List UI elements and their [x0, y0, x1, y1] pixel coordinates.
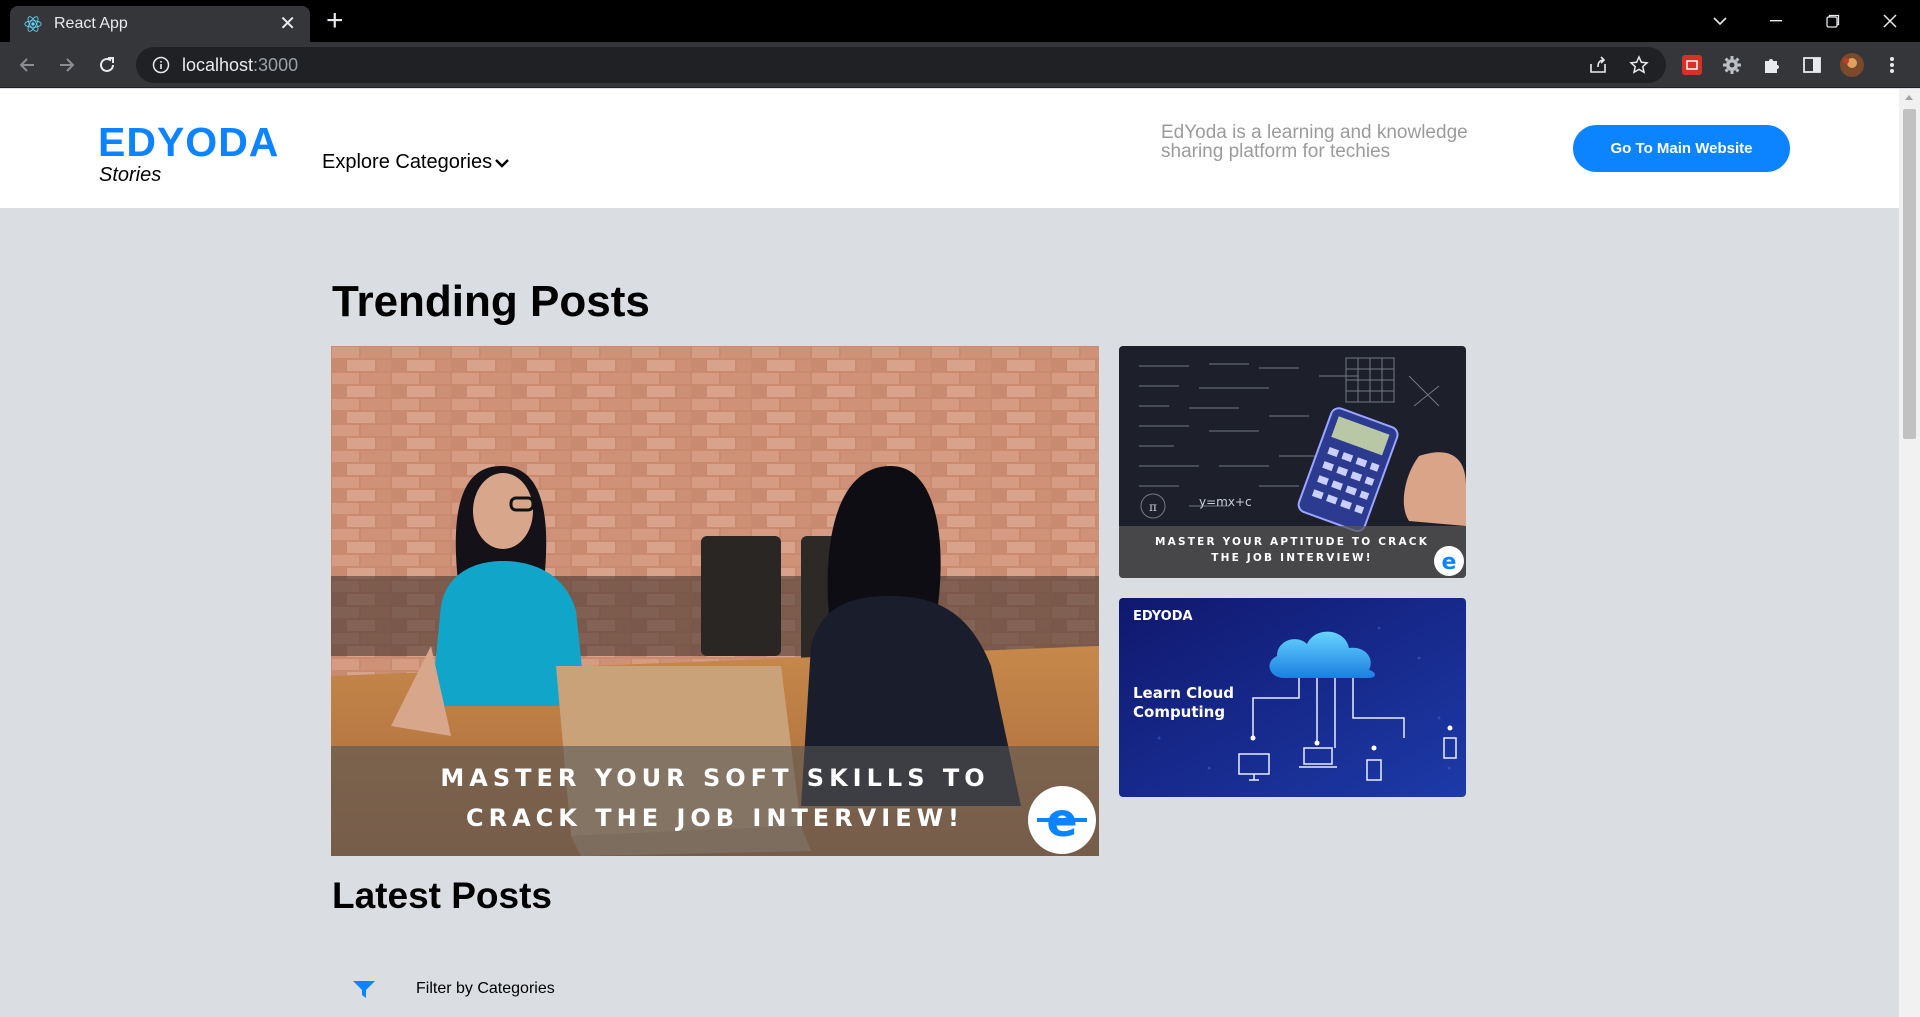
go-to-main-website-button[interactable]: Go To Main Website — [1573, 125, 1790, 172]
scrollbar-thumb[interactable] — [1903, 109, 1916, 439]
gear-extension-icon[interactable] — [1720, 53, 1744, 77]
url-host: localhost — [182, 54, 254, 75]
chevron-down-icon — [495, 158, 509, 168]
browser-toolbar: localhost:3000 — [0, 42, 1920, 88]
latest-posts-heading: Latest Posts — [332, 875, 553, 916]
svg-text:y=mx+c: y=mx+c — [1199, 495, 1252, 509]
trending-posts-heading: Trending Posts — [332, 277, 650, 326]
edyoda-e-logo-icon: e — [1434, 546, 1464, 576]
logo-subtitle: Stories — [99, 164, 162, 186]
trending-post-soft-skills[interactable]: MASTER YOUR SOFT SKILLS TO CRACK THE JOB… — [331, 346, 1099, 856]
side2-brand: EDYODA — [1133, 609, 1193, 624]
explore-categories-dropdown[interactable]: Explore Categories — [322, 151, 510, 174]
reload-icon[interactable] — [93, 51, 121, 79]
side1-banner-line1: MASTER YOUR APTITUDE TO CRACK — [1155, 536, 1429, 548]
close-window-icon[interactable] — [1862, 0, 1918, 42]
browser-tab[interactable]: React App ✕ — [10, 6, 310, 42]
tagline: EdYoda is a learning and knowledge shari… — [1161, 122, 1468, 162]
vertical-scrollbar[interactable] — [1899, 89, 1920, 1017]
side-panel-icon[interactable] — [1800, 53, 1824, 77]
tab-strip: React App ✕ + — [0, 0, 1920, 42]
cloud-computing-image: EDYODA Learn Cloud Computing — [1119, 598, 1466, 797]
filter-funnel-icon[interactable] — [353, 981, 375, 999]
bookmark-star-icon[interactable] — [1629, 47, 1649, 83]
tab-search-icon[interactable] — [1692, 0, 1748, 42]
avatar[interactable] — [1840, 53, 1864, 77]
menu-kebab-icon[interactable] — [1880, 53, 1904, 77]
trending-post-aptitude[interactable]: π y=mx+c Σ MASTER YOUR APTITUDE TO CRACK… — [1119, 346, 1466, 578]
url-port: :3000 — [253, 54, 299, 75]
scroll-up-icon[interactable] — [1905, 95, 1913, 100]
hero-banner-line2: CRACK THE JOB INTERVIEW! — [466, 804, 964, 832]
share-icon[interactable] — [1588, 47, 1608, 83]
svg-text:π: π — [1149, 500, 1157, 514]
close-tab-icon[interactable]: ✕ — [279, 14, 296, 34]
info-icon[interactable] — [152, 56, 170, 74]
trending-post-cloud[interactable]: EDYODA Learn Cloud Computing — [1119, 598, 1466, 797]
explore-categories-label: Explore Categories — [322, 151, 493, 173]
extension-red-icon[interactable] — [1680, 53, 1704, 77]
forward-icon[interactable] — [53, 51, 81, 79]
svg-text:e: e — [1442, 550, 1457, 575]
side1-banner-line2: THE JOB INTERVIEW! — [1211, 552, 1373, 564]
address-bar[interactable]: localhost:3000 — [136, 47, 1666, 83]
minimize-icon[interactable] — [1748, 0, 1804, 42]
site-header: EDYODA Stories Explore Categories EdYoda… — [0, 89, 1899, 208]
restore-icon[interactable] — [1805, 0, 1861, 42]
aptitude-image: π y=mx+c Σ MASTER YOUR APTITUDE TO CRACK… — [1119, 346, 1466, 578]
soft-skills-image: MASTER YOUR SOFT SKILLS TO CRACK THE JOB… — [331, 346, 1099, 856]
side2-title-line2: Computing — [1133, 703, 1225, 721]
edyoda-e-logo-icon: e — [1028, 786, 1096, 854]
back-icon[interactable] — [13, 51, 41, 79]
side2-title-line1: Learn Cloud — [1133, 684, 1234, 702]
new-tab-icon[interactable]: + — [326, 6, 344, 36]
site-logo[interactable]: EDYODA — [98, 119, 279, 166]
hero-banner-line1: MASTER YOUR SOFT SKILLS TO — [440, 764, 989, 792]
puzzle-icon[interactable] — [1760, 53, 1784, 77]
filter-by-categories-label[interactable]: Filter by Categories — [416, 980, 555, 998]
page-viewport: EDYODA Stories Explore Categories EdYoda… — [0, 89, 1899, 1017]
react-icon — [24, 16, 42, 32]
tab-title: React App — [54, 15, 128, 32]
